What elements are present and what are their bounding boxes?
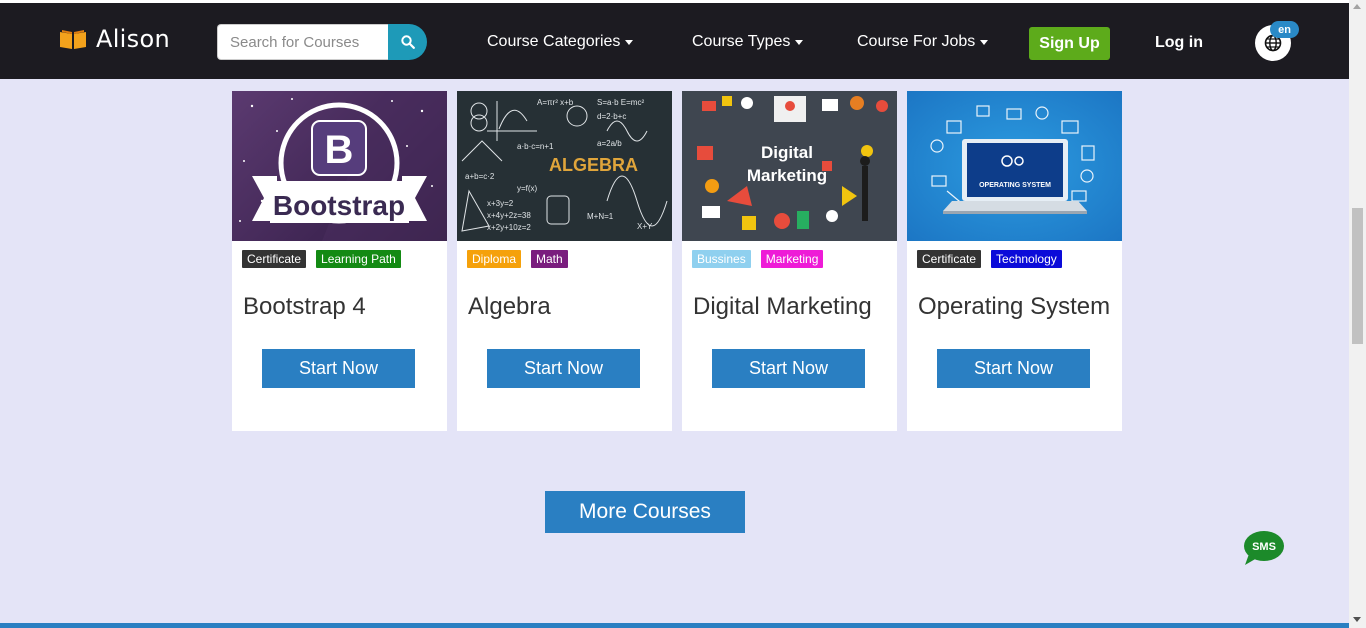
bootstrap-illustration: B Bootstrap bbox=[239, 91, 447, 241]
tag-math[interactable]: Math bbox=[531, 250, 568, 268]
digital-marketing-illustration: Digital Marketing bbox=[697, 96, 888, 230]
thumbnail-text: OPERATING SYSTEM bbox=[979, 182, 1051, 189]
scroll-down-arrow-icon[interactable] bbox=[1353, 617, 1361, 622]
start-now-button[interactable]: Start Now bbox=[487, 349, 640, 388]
start-now-button[interactable]: Start Now bbox=[712, 349, 865, 388]
svg-text:B: B bbox=[325, 128, 354, 172]
svg-text:x+4y+2z=38: x+4y+2z=38 bbox=[487, 211, 531, 220]
start-now-button[interactable]: Start Now bbox=[937, 349, 1090, 388]
course-card: Digital Marketing Bussines Marketing Dig… bbox=[682, 91, 897, 431]
course-thumbnail-operating-system[interactable]: OPERATING SYSTEM bbox=[907, 91, 1122, 241]
start-now-button[interactable]: Start Now bbox=[262, 349, 415, 388]
svg-text:M+N=1: M+N=1 bbox=[587, 212, 614, 221]
logo[interactable]: Alison bbox=[59, 25, 170, 53]
thumbnail-text: Marketing bbox=[747, 166, 827, 185]
tag-list: Diploma Math bbox=[467, 250, 568, 268]
svg-text:a=2a/b: a=2a/b bbox=[597, 139, 622, 148]
svg-text:a+b=c·2: a+b=c·2 bbox=[465, 172, 495, 181]
nav-label: Course For Jobs bbox=[857, 33, 976, 50]
scroll-up-arrow-icon[interactable] bbox=[1353, 4, 1361, 9]
caret-down-icon bbox=[980, 40, 989, 45]
tag-business[interactable]: Bussines bbox=[692, 250, 751, 268]
nav-label: Course Types bbox=[692, 33, 791, 50]
operating-system-illustration: OPERATING SYSTEM bbox=[930, 105, 1095, 214]
svg-text:d=2·b+c: d=2·b+c bbox=[597, 112, 626, 121]
course-card: A=πr² x+b S=a·b E=mc² d=2·b+c a=2a/b a·b… bbox=[457, 91, 672, 431]
algebra-illustration: A=πr² x+b S=a·b E=mc² d=2·b+c a=2a/b a·b… bbox=[461, 98, 668, 232]
thumbnail-text: Bootstrap bbox=[273, 190, 405, 221]
caret-down-icon bbox=[795, 40, 804, 45]
course-thumbnail-algebra[interactable]: A=πr² x+b S=a·b E=mc² d=2·b+c a=2a/b a·b… bbox=[457, 91, 672, 241]
search-icon bbox=[400, 35, 415, 49]
sms-label: SMS bbox=[1252, 541, 1276, 553]
top-navbar: Alison Course Categories Course Types Co… bbox=[0, 0, 1349, 79]
nav-course-categories[interactable]: Course Categories bbox=[487, 33, 634, 51]
search-bar bbox=[217, 24, 427, 60]
search-input[interactable] bbox=[217, 24, 388, 60]
tag-technology[interactable]: Technology bbox=[991, 250, 1062, 268]
svg-text:A=πr² x+b: A=πr² x+b bbox=[537, 98, 574, 107]
tag-marketing[interactable]: Marketing bbox=[760, 250, 824, 268]
tag-certificate[interactable]: Certificate bbox=[917, 250, 982, 268]
footer-edge bbox=[0, 623, 1349, 628]
tag-list: Certificate Learning Path bbox=[242, 250, 401, 268]
scrollbar-thumb[interactable] bbox=[1352, 208, 1363, 344]
course-title[interactable]: Bootstrap 4 bbox=[243, 293, 366, 321]
course-thumbnail-digital-marketing[interactable]: Digital Marketing bbox=[682, 91, 897, 241]
svg-text:a·b·c=n+1: a·b·c=n+1 bbox=[517, 142, 554, 151]
thumbnail-text: Digital bbox=[761, 143, 813, 162]
svg-text:y=f(x): y=f(x) bbox=[517, 184, 538, 193]
course-card: B Bootstrap Certificate Learning Path Bo… bbox=[232, 91, 447, 431]
svg-text:S=a·b E=mc²: S=a·b E=mc² bbox=[597, 98, 644, 107]
caret-down-icon bbox=[625, 40, 634, 45]
tag-list: Bussines Marketing bbox=[692, 250, 824, 268]
course-title[interactable]: Digital Marketing bbox=[693, 293, 872, 321]
tag-diploma[interactable]: Diploma bbox=[467, 250, 522, 268]
tag-list: Certificate Technology bbox=[917, 250, 1062, 268]
language-badge: en bbox=[1270, 21, 1299, 38]
search-button[interactable] bbox=[388, 24, 427, 60]
tag-learning-path[interactable]: Learning Path bbox=[316, 250, 401, 268]
nav-course-types[interactable]: Course Types bbox=[692, 33, 804, 51]
login-link[interactable]: Log in bbox=[1155, 34, 1203, 52]
sms-chat-button[interactable]: SMS bbox=[1243, 530, 1285, 566]
nav-label: Course Categories bbox=[487, 33, 621, 50]
more-courses-button[interactable]: More Courses bbox=[545, 491, 745, 533]
svg-text:X+Y: X+Y bbox=[637, 222, 653, 231]
course-title[interactable]: Operating System bbox=[918, 293, 1110, 321]
brand-name: Alison bbox=[96, 25, 170, 53]
course-card: OPERATING SYSTEM Certificate Technology … bbox=[907, 91, 1122, 431]
svg-text:x+3y=2: x+3y=2 bbox=[487, 199, 514, 208]
signup-button[interactable]: Sign Up bbox=[1029, 27, 1110, 60]
course-thumbnail-bootstrap[interactable]: B Bootstrap bbox=[232, 91, 447, 241]
tag-certificate[interactable]: Certificate bbox=[242, 250, 307, 268]
book-icon bbox=[60, 30, 86, 49]
course-title[interactable]: Algebra bbox=[468, 293, 551, 321]
svg-text:x+2y+10z=2: x+2y+10z=2 bbox=[487, 223, 531, 232]
nav-course-for-jobs[interactable]: Course For Jobs bbox=[857, 33, 989, 51]
thumbnail-text: ALGEBRA bbox=[549, 155, 638, 175]
